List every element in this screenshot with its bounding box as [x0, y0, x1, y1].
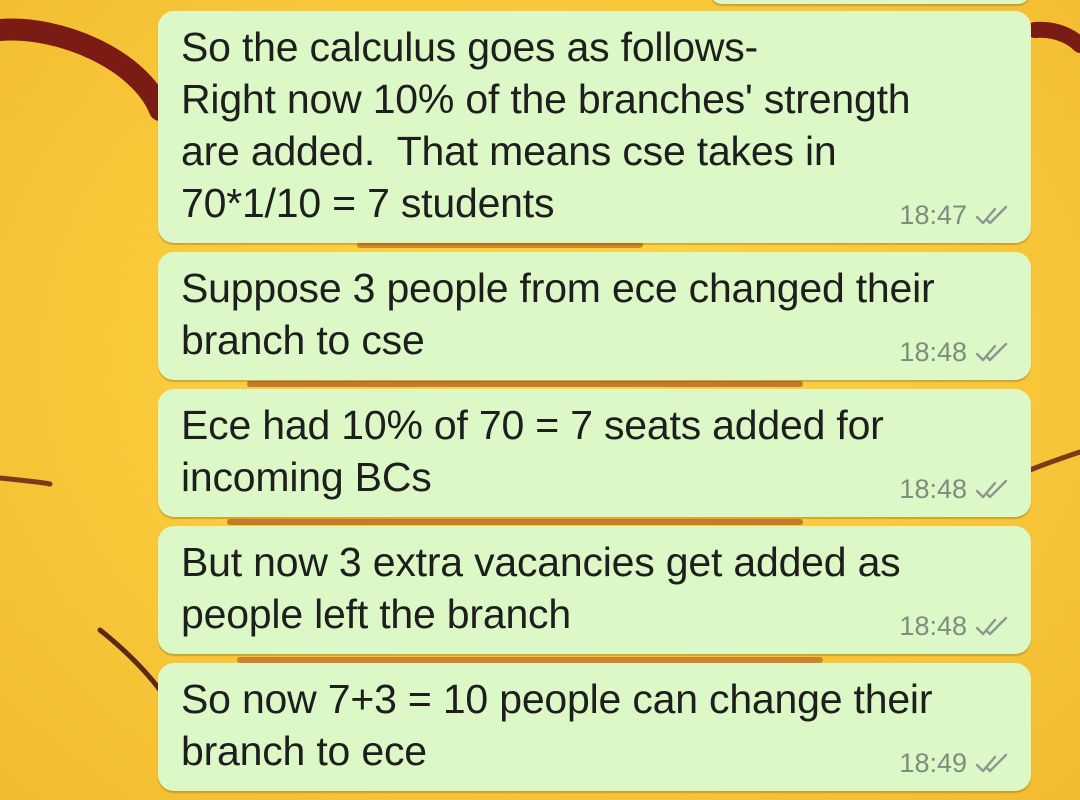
double-check-icon: [975, 616, 1008, 635]
message-list[interactable]: So the calculus goes as follows- Right n…: [0, 0, 1080, 800]
message-meta: 18:47: [899, 200, 1009, 231]
message-bubble-2[interactable]: Suppose 3 people from ece changed their …: [158, 252, 1031, 380]
message-text: But now 3 extra vacancies get added as p…: [181, 539, 901, 637]
double-check-icon: [975, 479, 1008, 498]
message-time: 18:48: [899, 611, 967, 641]
message-text: So now 7+3 = 10 people can change their …: [181, 676, 933, 774]
message-bubble-4[interactable]: But now 3 extra vacancies get added as p…: [158, 526, 1031, 654]
double-check-icon: [975, 753, 1008, 772]
double-check-icon: [975, 342, 1008, 361]
message-bubble-5[interactable]: So now 7+3 = 10 people can change their …: [158, 663, 1031, 791]
message-time: 18:47: [899, 200, 967, 230]
message-time: 18:49: [899, 748, 967, 778]
message-meta: 18:48: [899, 337, 1009, 368]
message-bubble-3[interactable]: Ece had 10% of 70 = 7 seats added for in…: [158, 389, 1031, 517]
message-text: Ece had 10% of 70 = 7 seats added for in…: [181, 402, 884, 500]
message-meta: 18:48: [899, 474, 1009, 505]
message-time: 18:48: [899, 337, 967, 367]
message-meta: 18:48: [899, 611, 1009, 642]
previous-message-bubble[interactable]: [710, 0, 1030, 4]
double-check-icon: [975, 205, 1008, 224]
message-bubble-1[interactable]: So the calculus goes as follows- Right n…: [158, 11, 1031, 243]
message-time: 18:48: [899, 474, 967, 504]
message-meta: 18:49: [899, 748, 1009, 779]
message-text: Suppose 3 people from ece changed their …: [181, 265, 935, 363]
message-text: So the calculus goes as follows- Right n…: [181, 24, 911, 226]
